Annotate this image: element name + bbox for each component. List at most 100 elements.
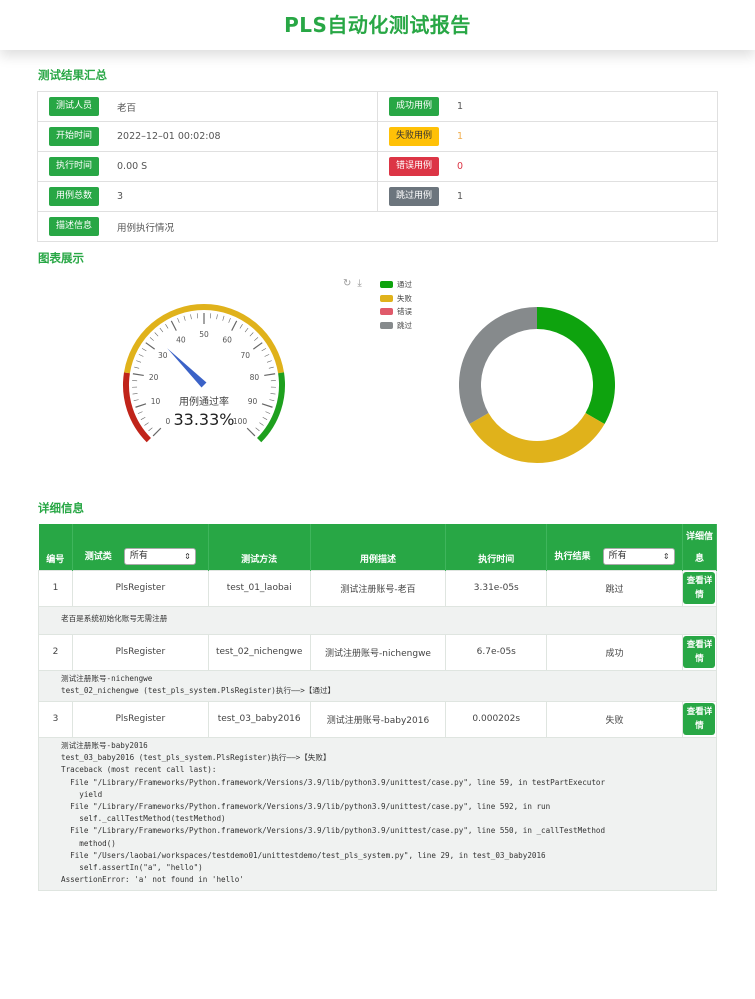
gauge-tick xyxy=(141,348,147,352)
gauge-label: 用例通过率 xyxy=(179,395,229,408)
gauge-tick xyxy=(262,417,268,420)
tester-label: 测试人员 xyxy=(49,97,99,116)
donut-slice-失败[interactable] xyxy=(469,412,605,463)
summary-skipped: 跳过用例 1 xyxy=(377,181,718,212)
donut-slice-跳过[interactable] xyxy=(459,307,538,424)
row-result: 失败 xyxy=(546,700,683,738)
class-filter-select[interactable]: 所有 xyxy=(123,547,196,565)
trace-row: 老百是系统初始化账号无需注册 xyxy=(38,605,717,635)
table-row: 3 PlsRegister test_03_baby2016 测试注册账号-ba… xyxy=(38,700,718,738)
row-id: 1 xyxy=(38,569,73,607)
legend-swatch xyxy=(380,294,393,302)
gauge-tick xyxy=(144,422,149,426)
gauge-tick-label: 20 xyxy=(149,373,159,382)
legend-swatch xyxy=(380,321,393,329)
gauge-tick xyxy=(148,427,153,432)
skipped-value: 1 xyxy=(457,191,464,202)
gauge-tick-label: 0 xyxy=(166,417,171,426)
trace-text: 测试注册账号-baby2016 test_03_baby2016 (test_p… xyxy=(38,736,717,892)
gauge-tick xyxy=(138,354,144,357)
view-detail-button[interactable]: 查看详情 xyxy=(683,703,716,736)
col-class: 测试类 所有 xyxy=(72,524,209,570)
gauge-tick xyxy=(270,393,276,395)
view-detail-button[interactable]: 查看详情 xyxy=(683,572,716,604)
errors-value: 0 xyxy=(457,161,464,172)
skipped-label: 跳过用例 xyxy=(389,187,439,206)
gauge-tick xyxy=(244,327,249,333)
gauge-tick-label: 60 xyxy=(222,336,232,345)
gauge-tick xyxy=(183,315,186,321)
legend-label: 跳过 xyxy=(397,320,412,330)
result-filter-select[interactable]: 所有 xyxy=(602,547,675,565)
chart-legend: 通过 失败 错误 跳过 xyxy=(380,278,412,332)
donut-slice-通过[interactable] xyxy=(536,307,615,424)
gauge-tick xyxy=(222,315,225,321)
legend-item-skip[interactable]: 跳过 xyxy=(380,319,412,333)
row-id: 2 xyxy=(38,633,73,671)
summary-section-title: 测试结果汇总 xyxy=(38,68,107,82)
gauge-tick xyxy=(177,317,180,323)
chart-toolbox: ↻ ⤓ xyxy=(343,278,362,289)
gauge-tick xyxy=(137,411,143,414)
duration-label: 执行时间 xyxy=(49,157,99,176)
row-detail-cell: 查看详情 xyxy=(681,633,718,671)
gauge-tick xyxy=(269,399,275,401)
gauge-tick xyxy=(268,366,274,369)
row-id: 3 xyxy=(38,700,73,738)
legend-item-fail[interactable]: 失败 xyxy=(380,292,412,306)
table-header-row: 编号 测试类所有 测试方法 用例描述 执行时间 执行结果所有 详细信息 xyxy=(38,524,718,570)
legend-label: 失败 xyxy=(397,293,412,303)
gauge-tick xyxy=(145,342,156,350)
download-icon[interactable]: ⤓ xyxy=(357,278,361,289)
legend-swatch xyxy=(380,281,393,289)
row-desc: 测试注册账号-nichengwe xyxy=(309,633,447,671)
row-time: 3.31e-05s xyxy=(445,569,548,607)
duration-value: 0.00 S xyxy=(117,161,148,172)
refresh-icon[interactable]: ↻ xyxy=(343,278,351,289)
start-time-label: 开始时间 xyxy=(49,127,99,146)
trace-text: 老百是系统初始化账号无需注册 xyxy=(38,605,717,635)
legend-item-error[interactable]: 错误 xyxy=(380,305,412,319)
gauge-tick-label: 100 xyxy=(233,417,248,426)
gauge-tick xyxy=(170,320,177,331)
table-row: 2 PlsRegister test_02_nichengwe 测试注册账号-n… xyxy=(38,633,718,671)
row-time: 0.000202s xyxy=(445,700,548,738)
result-donut-chart xyxy=(459,307,615,463)
passed-label: 成功用例 xyxy=(389,97,439,116)
legend-item-pass[interactable]: 通过 xyxy=(380,278,412,292)
gauge-tick xyxy=(132,393,138,395)
summary-errors: 错误用例 0 xyxy=(377,151,718,182)
col-time: 执行时间 xyxy=(445,524,548,570)
description-label: 描述信息 xyxy=(49,217,99,236)
total-label: 用例总数 xyxy=(49,187,99,206)
gauge-value: 33.33% xyxy=(173,410,234,429)
gauge-tick xyxy=(165,324,169,329)
gauge-tick xyxy=(135,403,147,408)
trace-row: 测试注册账号-nichengwe test_02_nichengwe (test… xyxy=(38,669,717,702)
row-class: PlsRegister xyxy=(71,700,209,738)
gauge-tick xyxy=(140,417,146,420)
start-time-value: 2022–12–01 00:02:08 xyxy=(117,131,221,142)
gauge-tick xyxy=(134,366,140,369)
summary-passed: 成功用例 1 xyxy=(377,91,718,122)
row-time: 6.7e-05s xyxy=(445,633,548,671)
summary-failed: 失败用例 1 xyxy=(377,121,718,152)
gauge-tick-label: 50 xyxy=(199,330,209,339)
pass-rate-gauge: 0 10 20 30 40 50 60 70 80 90 100 用例通过率 33.33% xyxy=(123,304,285,443)
summary-description: 描述信息 用例执行情况 xyxy=(37,211,718,242)
trace-text: 测试注册账号-nichengwe test_02_nichengwe (test… xyxy=(38,669,717,702)
gauge-tick-label: 10 xyxy=(151,397,161,406)
trace-row: 测试注册账号-baby2016 test_03_baby2016 (test_p… xyxy=(38,736,717,892)
gauge-tick xyxy=(231,320,238,331)
summary-tester: 测试人员 老百 xyxy=(37,91,378,122)
row-detail-cell: 查看详情 xyxy=(681,700,718,738)
gauge-tick xyxy=(133,399,139,401)
summary-total: 用例总数 3 xyxy=(37,181,378,212)
gauge-tick xyxy=(216,314,218,320)
row-desc: 测试注册账号-baby2016 xyxy=(309,700,447,738)
charts-section-title: 图表展示 xyxy=(38,251,84,265)
gauge-tick xyxy=(149,337,154,341)
view-detail-button[interactable]: 查看详情 xyxy=(683,636,716,668)
gauge-tick xyxy=(261,348,267,352)
gauge-tick xyxy=(154,332,159,337)
